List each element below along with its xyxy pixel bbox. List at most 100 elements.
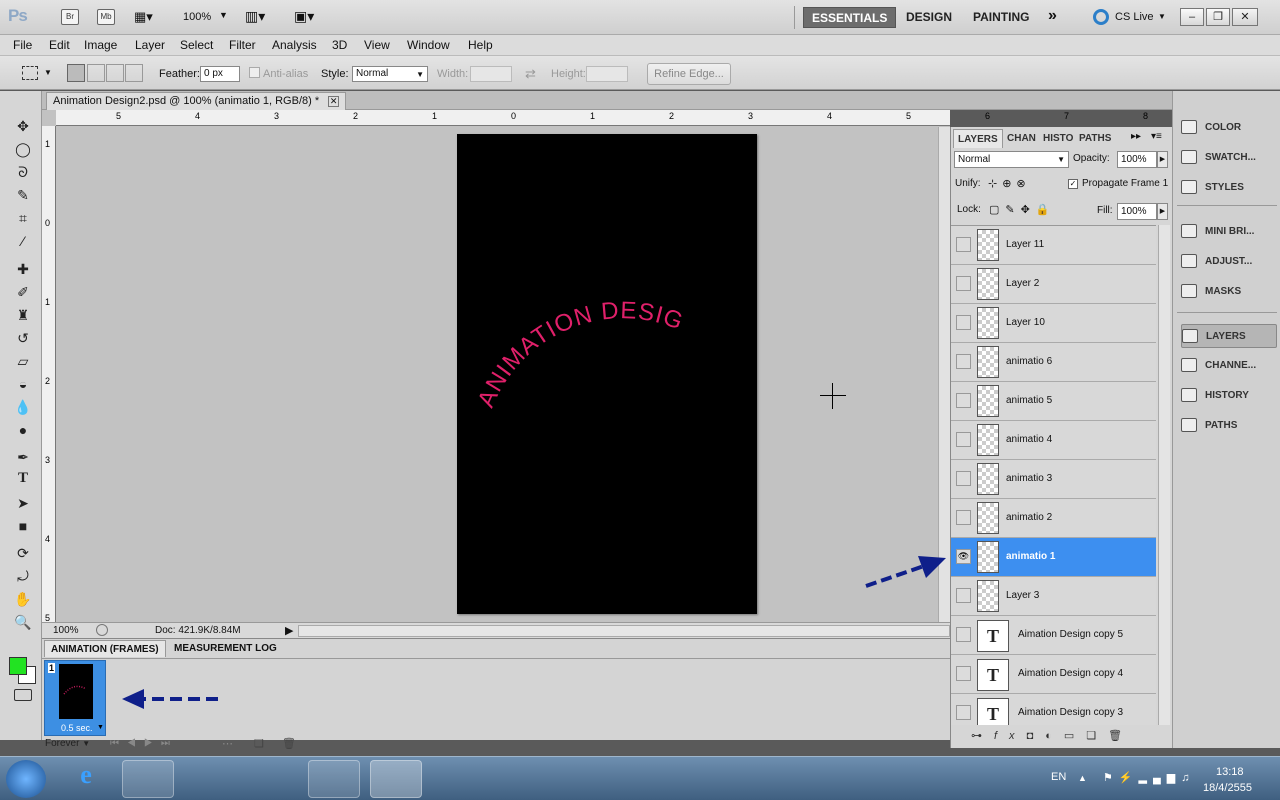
- menu-help[interactable]: Help: [468, 38, 493, 52]
- menu-3d[interactable]: 3D: [332, 38, 347, 52]
- visibility-toggle[interactable]: [956, 432, 971, 447]
- lasso-tool-icon[interactable]: ᘐ: [13, 162, 33, 182]
- zoom-level-dropdown[interactable]: 100%: [183, 11, 211, 23]
- panel-collapse-icon[interactable]: ▸▸: [1131, 131, 1141, 142]
- 3d-orbit-tool-icon[interactable]: ⤾: [13, 566, 33, 586]
- new-group-icon[interactable]: ▭: [1064, 730, 1086, 742]
- mini-bridge-button[interactable]: Mb: [97, 9, 115, 25]
- layer-row[interactable]: Layer 3: [951, 577, 1156, 616]
- layer-row[interactable]: animatio 2: [951, 499, 1156, 538]
- layer-row[interactable]: animatio 3: [951, 460, 1156, 499]
- dock-styles[interactable]: STYLES: [1181, 176, 1277, 200]
- layer-row[interactable]: Layer 10: [951, 304, 1156, 343]
- zoom-tool-icon[interactable]: 🔍: [13, 612, 33, 632]
- menu-file[interactable]: File: [13, 38, 32, 52]
- history-brush-tool-icon[interactable]: ↺: [13, 328, 33, 348]
- new-layer-icon[interactable]: ❏: [1086, 730, 1108, 742]
- feather-input[interactable]: 0 px: [200, 66, 240, 82]
- quick-mask-icon[interactable]: [14, 689, 32, 701]
- playback-controls[interactable]: ⏮◀▶⏭: [110, 738, 178, 749]
- internet-explorer-icon[interactable]: e: [60, 760, 112, 798]
- layer-list-scrollbar[interactable]: [1158, 225, 1170, 725]
- cs-live-menu[interactable]: CS Live: [1115, 11, 1154, 23]
- clock-time[interactable]: 13:18: [1216, 766, 1244, 778]
- menu-analysis[interactable]: Analysis: [272, 38, 317, 52]
- layer-row[interactable]: animatio 4: [951, 421, 1156, 460]
- cs-live-chevron-icon[interactable]: ▼: [1158, 12, 1166, 21]
- visibility-toggle[interactable]: [956, 354, 971, 369]
- panel-menu-icon[interactable]: ▾≡: [1151, 131, 1162, 142]
- layer-row[interactable]: Layer 11: [951, 226, 1156, 265]
- style-dropdown[interactable]: Normal ▼: [352, 66, 428, 82]
- layer-row[interactable]: 👁 animatio 1: [951, 538, 1156, 577]
- frame-delay-chevron-icon[interactable]: ▼: [97, 724, 104, 731]
- crop-tool-icon[interactable]: ⌗: [13, 208, 33, 228]
- width-input[interactable]: [470, 66, 512, 82]
- arrange-documents-icon[interactable]: ▥▾: [245, 8, 265, 25]
- menu-edit[interactable]: Edit: [49, 38, 70, 52]
- visibility-toggle[interactable]: [956, 237, 971, 252]
- workspace-essentials[interactable]: ESSENTIALS: [803, 7, 897, 28]
- menu-select[interactable]: Select: [180, 38, 213, 52]
- firefox-icon[interactable]: [246, 760, 298, 798]
- menu-window[interactable]: Window: [407, 38, 450, 52]
- dock-paths[interactable]: PATHS: [1181, 414, 1277, 438]
- delete-layer-icon[interactable]: 🗑: [1108, 730, 1134, 742]
- menu-view[interactable]: View: [364, 38, 390, 52]
- link-layers-icon[interactable]: ⊶: [971, 730, 994, 742]
- quick-selection-tool-icon[interactable]: ✎: [13, 185, 33, 205]
- refine-edge-button[interactable]: Refine Edge...: [647, 63, 731, 85]
- dock-history[interactable]: HISTORY: [1181, 384, 1277, 408]
- visibility-toggle[interactable]: [956, 666, 971, 681]
- height-input[interactable]: [586, 66, 628, 82]
- move-tool-icon[interactable]: ✥: [13, 116, 33, 136]
- eyedropper-tool-icon[interactable]: ⁄: [13, 231, 33, 251]
- healing-brush-tool-icon[interactable]: ✚: [13, 259, 33, 279]
- rectangle-tool-icon[interactable]: ■: [13, 516, 33, 536]
- layer-mask-icon[interactable]: ◘: [1027, 730, 1046, 742]
- marquee-tool-icon[interactable]: ◯: [13, 139, 33, 159]
- blend-mode-dropdown[interactable]: Normal ▼: [954, 151, 1069, 168]
- dock-channels[interactable]: CHANNE...: [1181, 354, 1277, 378]
- layer-row[interactable]: T Aimation Design copy 4: [951, 655, 1156, 694]
- tray-icons[interactable]: ⚑⚡▂▄▆♫: [1103, 771, 1196, 784]
- marquee-tool-preset-icon[interactable]: [22, 66, 38, 80]
- screen-mode-icon[interactable]: ▣▾: [294, 8, 314, 25]
- opacity-input[interactable]: 100%: [1117, 151, 1157, 168]
- tween-icon[interactable]: ⋯: [222, 737, 233, 750]
- layer-row[interactable]: animatio 6: [951, 343, 1156, 382]
- brush-tool-icon[interactable]: ✐: [13, 282, 33, 302]
- menu-image[interactable]: Image: [84, 38, 117, 52]
- visibility-toggle[interactable]: [956, 588, 971, 603]
- dodge-tool-icon[interactable]: ●: [13, 420, 33, 440]
- fill-slider-icon[interactable]: ▶: [1157, 203, 1168, 220]
- paint-bucket-tool-icon[interactable]: ◒: [13, 374, 33, 394]
- tab-animation-frames[interactable]: ANIMATION (FRAMES): [44, 640, 166, 657]
- eye-visibility-icon[interactable]: 👁: [956, 549, 971, 564]
- fill-input[interactable]: 100%: [1117, 203, 1157, 220]
- status-menu-arrow-icon[interactable]: ▶: [285, 624, 293, 637]
- visibility-toggle[interactable]: [956, 471, 971, 486]
- dock-mini-bridge[interactable]: MINI BRI...: [1181, 220, 1277, 244]
- dock-color[interactable]: COLOR: [1181, 116, 1277, 140]
- file-explorer-icon[interactable]: [122, 760, 174, 798]
- intersect-selection-icon[interactable]: [125, 64, 143, 82]
- vertical-ruler[interactable]: 1012345: [42, 126, 56, 623]
- vertical-scrollbar[interactable]: [938, 127, 950, 622]
- photoshop-taskbar-icon[interactable]: [370, 760, 422, 798]
- horizontal-scrollbar[interactable]: [298, 625, 950, 637]
- close-button[interactable]: ✕: [1232, 8, 1258, 26]
- lock-icons[interactable]: ▢✎✥🔒: [989, 203, 1056, 216]
- close-document-icon[interactable]: ✕: [328, 96, 340, 107]
- view-extras-icon[interactable]: ▦▾: [134, 9, 160, 25]
- clock-date[interactable]: 18/4/2555: [1203, 782, 1252, 794]
- frame-delay[interactable]: 0.5 sec.: [61, 723, 93, 733]
- opacity-slider-icon[interactable]: ▶: [1157, 151, 1168, 168]
- dock-masks[interactable]: MASKS: [1181, 280, 1277, 304]
- new-selection-icon[interactable]: [67, 64, 85, 82]
- download-manager-icon[interactable]: [432, 760, 484, 798]
- delete-frame-icon[interactable]: 🗑: [282, 737, 296, 750]
- tab-channels[interactable]: CHAN: [1003, 129, 1040, 148]
- language-indicator[interactable]: EN: [1051, 771, 1066, 783]
- propagate-frame-checkbox[interactable]: ✓: [1068, 179, 1078, 189]
